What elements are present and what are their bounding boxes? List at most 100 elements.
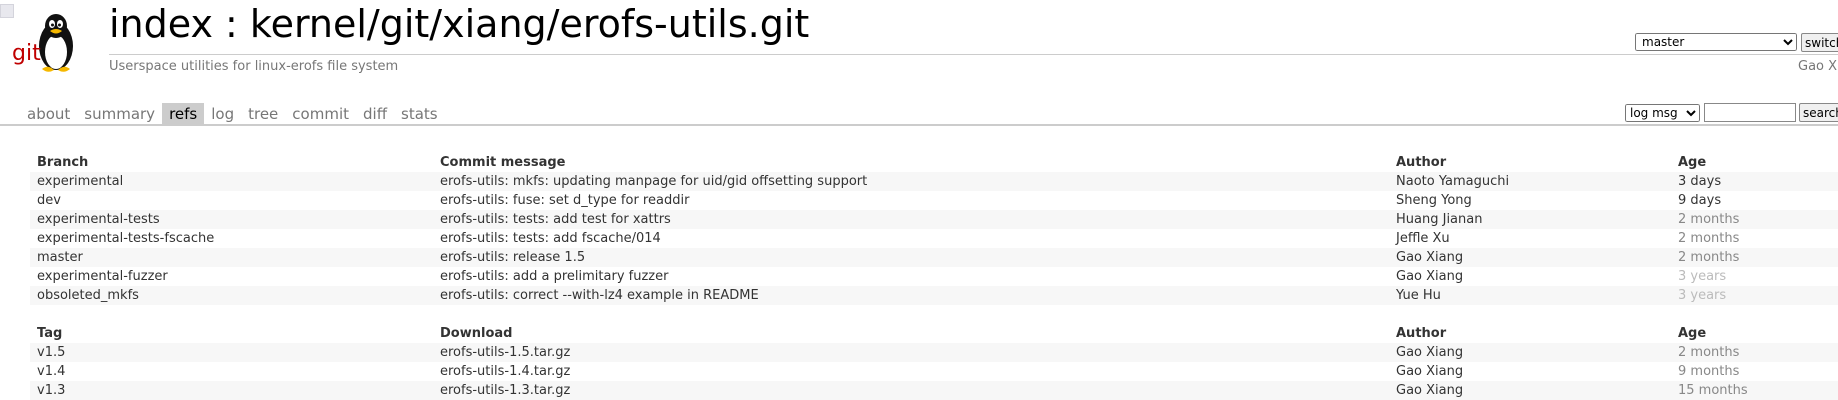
tab-divider	[0, 124, 1838, 126]
table-row: experimental-tests erofs-utils: tests: ad…	[30, 210, 1838, 229]
tab-refs[interactable]: refs	[162, 103, 205, 124]
download-link[interactable]: erofs-utils-1.4.tar.gz	[440, 364, 570, 379]
tag-table-header: Tag Download Author Age	[30, 324, 1838, 343]
commit-message-cell: erofs-utils: mkfs: updating manpage for …	[433, 172, 1389, 191]
commit-message-cell: erofs-utils: correct --with-lz4 example …	[433, 286, 1389, 305]
column-header-age: Age	[1678, 155, 1707, 170]
table-row: experimental-tests-fscache erofs-utils: t…	[30, 229, 1838, 248]
branch-cell: experimental-fuzzer	[30, 267, 433, 286]
tab-about[interactable]: about	[20, 103, 77, 124]
age-cell: 3 years	[1671, 286, 1838, 305]
branch-table: Branch Commit message Author Age experim…	[30, 153, 1838, 305]
commit-message-cell: erofs-utils: release 1.5	[433, 248, 1389, 267]
commit-message-link[interactable]: erofs-utils: fuse: set d_type for readdi…	[440, 193, 689, 208]
branch-cell: experimental	[30, 172, 433, 191]
age-cell: 9 months	[1678, 364, 1740, 379]
author-cell: Gao Xiang	[1389, 248, 1671, 267]
column-header-age: Age	[1678, 326, 1707, 341]
git-logo[interactable]: git	[12, 6, 88, 76]
tab-tree[interactable]: tree	[241, 103, 285, 124]
tab-log[interactable]: log	[204, 103, 241, 124]
download-cell: erofs-utils-1.4.tar.gz	[433, 362, 1389, 381]
commit-message-cell: erofs-utils: fuse: set d_type for readdi…	[433, 191, 1389, 210]
title-divider	[109, 54, 1838, 55]
column-header-author: Author	[1396, 155, 1447, 170]
page-title[interactable]: index : kernel/git/xiang/erofs-utils.git	[109, 2, 809, 46]
commit-message-link[interactable]: erofs-utils: tests: add test for xattrs	[440, 212, 671, 227]
table-row: master erofs-utils: release 1.5 Gao Xiang 2…	[30, 248, 1838, 267]
age-cell: 2 months	[1671, 210, 1838, 229]
tag-cell: v1.5	[30, 343, 433, 362]
column-header-branch: Branch	[37, 155, 89, 170]
git-logo-text: git	[12, 41, 41, 66]
search-input[interactable]	[1704, 103, 1796, 122]
author-cell: Gao Xiang	[1396, 269, 1464, 284]
commit-message-cell: erofs-utils: tests: add test for xattrs	[433, 210, 1389, 229]
switch-button[interactable]: switch	[1801, 33, 1838, 52]
download-link[interactable]: erofs-utils-1.3.tar.gz	[440, 383, 570, 398]
commit-message-link[interactable]: erofs-utils: correct --with-lz4 example …	[440, 288, 759, 303]
tag-table: Tag Download Author Age v1.5 erofs-utils-…	[30, 324, 1838, 400]
age-cell: 2 months	[1678, 231, 1740, 246]
author-cell: Gao Xiang	[1396, 364, 1464, 379]
table-row: v1.5 erofs-utils-1.5.tar.gz Gao Xiang 2 mon…	[30, 343, 1838, 362]
tab-diff[interactable]: diff	[356, 103, 394, 124]
column-header-author: Author	[1396, 326, 1447, 341]
commit-message-link[interactable]: erofs-utils: release 1.5	[440, 250, 585, 265]
branch-link[interactable]: master	[37, 250, 83, 265]
tag-link[interactable]: v1.5	[37, 345, 65, 360]
repo-description: Userspace utilities for linux-erofs file…	[109, 59, 399, 74]
tag-link[interactable]: v1.4	[37, 364, 65, 379]
author-cell: Sheng Yong	[1396, 193, 1472, 208]
commit-message-link[interactable]: erofs-utils: mkfs: updating manpage for …	[440, 174, 867, 189]
branch-rows: experimental erofs-utils: mkfs: updating …	[30, 172, 1838, 305]
download-cell: erofs-utils-1.5.tar.gz	[433, 343, 1389, 362]
branch-link[interactable]: experimental-tests	[37, 212, 160, 227]
column-header-tag: Tag	[37, 326, 63, 341]
age-cell: 3 days	[1671, 172, 1838, 191]
age-cell: 15 months	[1671, 381, 1838, 400]
search-type-select[interactable]: log msg	[1625, 104, 1700, 122]
branch-select[interactable]: master	[1635, 33, 1797, 51]
author-cell: Yue Hu	[1389, 286, 1671, 305]
download-cell: erofs-utils-1.3.tar.gz	[433, 381, 1389, 400]
branch-cell: obsoleted_mkfs	[30, 286, 433, 305]
commit-message-link[interactable]: erofs-utils: tests: add fscache/014	[440, 231, 661, 246]
download-link[interactable]: erofs-utils-1.5.tar.gz	[440, 345, 570, 360]
tab-summary[interactable]: summary	[77, 103, 162, 124]
age-cell: 2 months	[1671, 248, 1838, 267]
age-cell: 2 months	[1671, 343, 1838, 362]
commit-message-link[interactable]: erofs-utils: add a prelimitary fuzzer	[440, 269, 668, 284]
table-row: v1.3 erofs-utils-1.3.tar.gz Gao Xiang 15 mo…	[30, 381, 1838, 400]
age-cell: 3 years	[1678, 269, 1727, 284]
branch-cell: dev	[30, 191, 433, 210]
branch-link[interactable]: dev	[37, 193, 61, 208]
tab-stats[interactable]: stats	[394, 103, 445, 124]
column-header-commit-message: Commit message	[440, 155, 566, 170]
branch-link[interactable]: experimental-fuzzer	[37, 269, 168, 284]
column-header-download: Download	[440, 326, 513, 341]
branch-table-header: Branch Commit message Author Age	[30, 153, 1838, 172]
author-cell: Huang Jianan	[1389, 210, 1671, 229]
table-row: experimental erofs-utils: mkfs: updating …	[30, 172, 1838, 191]
age-cell: 9 days	[1678, 193, 1722, 208]
commit-message-cell: erofs-utils: tests: add fscache/014	[433, 229, 1389, 248]
tag-cell: v1.3	[30, 381, 433, 400]
author-cell: Jeffle Xu	[1396, 231, 1450, 246]
tab-commit[interactable]: commit	[285, 103, 356, 124]
table-row: obsoleted_mkfs erofs-utils: correct --wit…	[30, 286, 1838, 305]
author-cell: Gao Xiang	[1389, 381, 1671, 400]
table-row: dev erofs-utils: fuse: set d_type for rea…	[30, 191, 1838, 210]
branch-link[interactable]: experimental-tests-fscache	[37, 231, 214, 246]
repo-owner: Gao Xi	[1798, 59, 1838, 74]
tag-cell: v1.4	[30, 362, 433, 381]
branch-link[interactable]: experimental	[37, 174, 123, 189]
search-button[interactable]: search	[1799, 103, 1838, 122]
branch-cell: experimental-tests-fscache	[30, 229, 433, 248]
tag-rows: v1.5 erofs-utils-1.5.tar.gz Gao Xiang 2 mon…	[30, 343, 1838, 400]
branch-cell: master	[30, 248, 433, 267]
commit-message-cell: erofs-utils: add a prelimitary fuzzer	[433, 267, 1389, 286]
tag-link[interactable]: v1.3	[37, 383, 65, 398]
branch-link[interactable]: obsoleted_mkfs	[37, 288, 139, 303]
branch-cell: experimental-tests	[30, 210, 433, 229]
